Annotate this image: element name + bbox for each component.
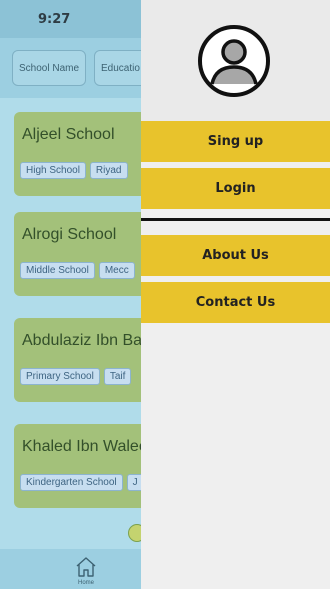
drawer-item-about-us[interactable]: About Us [141, 235, 330, 276]
school-name: Alrogi School [22, 226, 117, 243]
school-city-tag: Taif [103, 368, 132, 385]
school-level-tag: Kindergarten School [20, 474, 123, 491]
home-label: Home [77, 580, 94, 586]
drawer-item-sign-up[interactable]: Sing up [141, 121, 330, 162]
filter-school-name[interactable]: School Name [12, 50, 86, 86]
school-name: Abdulaziz Ibn Baz [22, 332, 151, 349]
home-tab[interactable]: Home [66, 555, 106, 589]
school-level-tag: Primary School [20, 368, 100, 385]
school-city-tag: Riyad [89, 162, 128, 179]
drawer-divider [141, 218, 330, 221]
school-level-tag: Middle School [20, 262, 95, 279]
user-avatar-icon [198, 25, 270, 97]
navigation-drawer: Sing up Login About Us Contact Us [141, 0, 330, 589]
home-icon [76, 557, 96, 577]
drawer-header [141, 0, 330, 121]
school-name: Aljeel School [22, 126, 115, 143]
drawer-item-login[interactable]: Login [141, 168, 330, 209]
school-level-tag: High School [20, 162, 86, 179]
status-time: 9:27 [38, 12, 71, 27]
school-name: Khaled Ibn Walee [22, 438, 148, 455]
drawer-item-contact-us[interactable]: Contact Us [141, 282, 330, 323]
school-city-tag: Mecc [98, 262, 135, 279]
